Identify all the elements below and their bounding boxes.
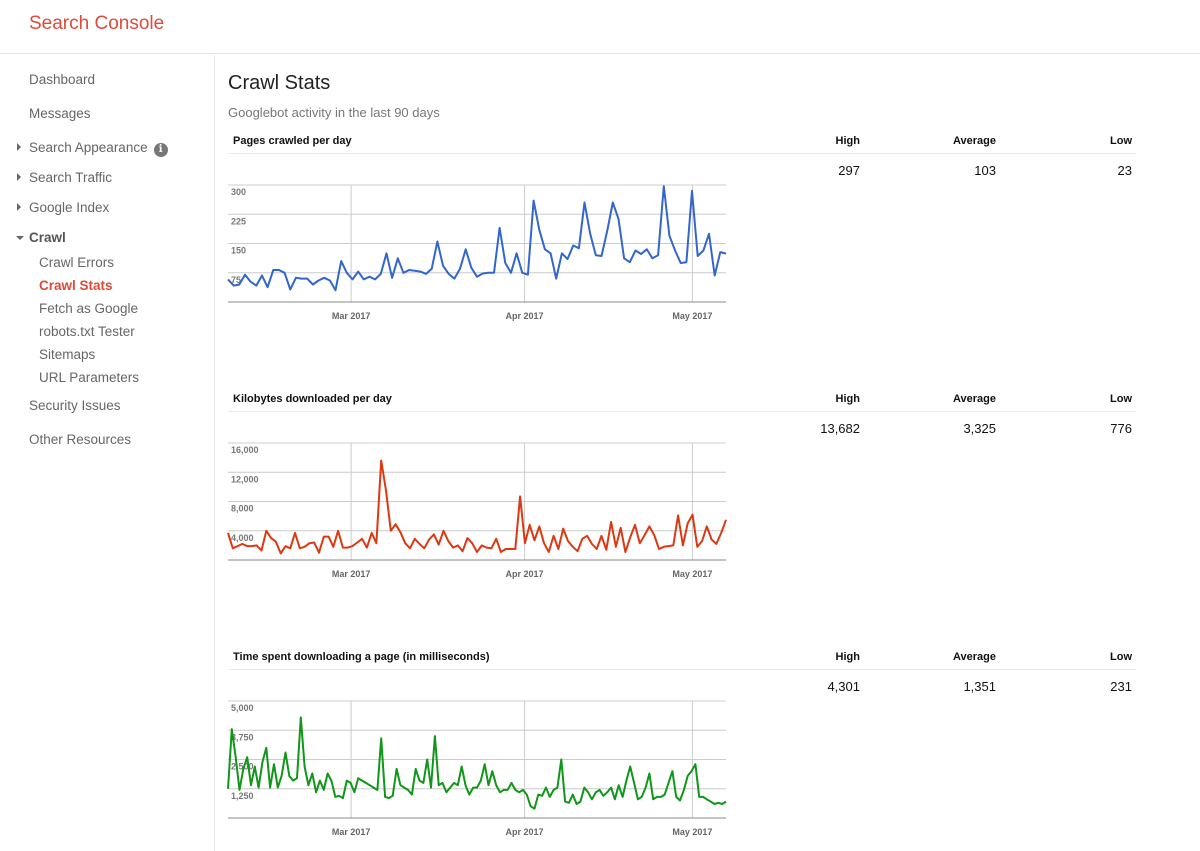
y-tick-label: 4,000: [231, 533, 254, 543]
sidebar-item-label: Security Issues: [29, 398, 121, 413]
sidebar-item-messages[interactable]: Messages: [29, 106, 91, 121]
low-value: 23: [1117, 163, 1132, 178]
x-tick-label: Apr 2017: [506, 311, 544, 321]
high-value: 4,301: [827, 679, 860, 694]
sidebar-item-google-index[interactable]: Google Index: [17, 200, 110, 215]
top-bar: Search Console: [0, 0, 1200, 54]
app-logo[interactable]: Search Console: [29, 13, 164, 35]
chart-pages-crawled[interactable]: 75 150 225 300 Mar 2017 Apr 2017 May 2017: [227, 175, 738, 325]
high-header: High: [835, 135, 860, 147]
sidebar-subitem-url-parameters[interactable]: URL Parameters: [39, 370, 139, 385]
average-value: 1,351: [963, 679, 996, 694]
low-header: Low: [1110, 651, 1132, 663]
sidebar-item-other-resources[interactable]: Other Resources: [29, 432, 131, 447]
sidebar-item-search-traffic[interactable]: Search Traffic: [17, 170, 113, 185]
chart-svg: 4,000 8,000 12,000 16,000 Mar 2017 Apr 2017 Ma…: [227, 442, 727, 579]
series-line: [227, 185, 727, 292]
sidebar-subitem-sitemaps[interactable]: Sitemaps: [39, 347, 95, 362]
low-value: 776: [1110, 421, 1132, 436]
low-header: Low: [1110, 393, 1132, 405]
x-tick-label: Mar 2017: [332, 827, 371, 837]
sidebar-subitem-crawl-stats[interactable]: Crawl Stats: [39, 278, 113, 293]
section-header: Time spent downloading a page (in millis…: [228, 651, 1136, 670]
collapse-arrow-icon: [16, 236, 24, 240]
section-time-spent: Time spent downloading a page (in millis…: [227, 651, 1136, 851]
x-tick-label: Mar 2017: [332, 311, 371, 321]
sidebar-item-security-issues[interactable]: Security Issues: [29, 398, 121, 413]
sidebar-item-crawl[interactable]: Crawl: [16, 230, 66, 245]
sidebar-item-label: Crawl: [29, 230, 66, 245]
sidebar-item-label: Messages: [29, 106, 91, 121]
y-tick-label: 16,000: [231, 445, 259, 455]
average-header: Average: [952, 651, 996, 663]
section-title: Pages crawled per day: [233, 135, 352, 147]
x-tick-label: May 2017: [672, 827, 712, 837]
sidebar: Dashboard Messages Search Appearance i Se…: [0, 55, 215, 851]
low-header: Low: [1110, 135, 1132, 147]
sidebar-item-dashboard[interactable]: Dashboard: [29, 72, 95, 87]
y-tick-label: 12,000: [231, 474, 259, 484]
high-header: High: [835, 393, 860, 405]
y-tick-label: 5,000: [231, 703, 254, 713]
sidebar-item-label: Dashboard: [29, 72, 96, 87]
sidebar-subitem-crawl-errors[interactable]: Crawl Errors: [39, 255, 114, 270]
sidebar-item-label: Other Resources: [29, 432, 132, 447]
high-value: 13,682: [820, 421, 860, 436]
page-title: Crawl Stats: [228, 72, 331, 94]
x-tick-label: Apr 2017: [506, 569, 544, 579]
y-tick-label: 150: [231, 246, 246, 256]
expand-arrow-icon: [17, 143, 21, 151]
section-title: Kilobytes downloaded per day: [233, 393, 392, 405]
x-tick-label: May 2017: [672, 311, 712, 321]
high-value: 297: [838, 163, 860, 178]
sidebar-item-label: Search Appearance: [29, 140, 148, 155]
section-kilobytes-downloaded: Kilobytes downloaded per day High Averag…: [227, 393, 1136, 593]
x-tick-label: May 2017: [672, 569, 712, 579]
y-tick-label: 225: [231, 216, 246, 226]
y-tick-label: 1,250: [231, 791, 254, 801]
x-tick-label: Apr 2017: [506, 827, 544, 837]
average-value: 3,325: [963, 421, 996, 436]
sidebar-item-label: Search Traffic: [29, 170, 113, 185]
sidebar-item-label: Google Index: [29, 200, 110, 215]
y-tick-label: 8,000: [231, 504, 254, 514]
average-header: Average: [952, 393, 996, 405]
chart-time-spent[interactable]: 1,250 2,500 3,750 5,000 Mar 2017 Apr 2017 May …: [227, 691, 738, 841]
series-line: [227, 716, 727, 810]
chart-kilobytes-downloaded[interactable]: 4,000 8,000 12,000 16,000 Mar 2017 Apr 2017 Ma…: [227, 433, 738, 583]
average-header: Average: [952, 135, 996, 147]
chart-svg: 75150225300Mar 2017 Apr 2017 May 2017: [227, 184, 727, 321]
section-pages-crawled: Pages crawled per day High Average Low 2…: [227, 135, 1136, 335]
sidebar-subitem-robots-tester[interactable]: robots.txt Tester: [39, 324, 135, 339]
section-title: Time spent downloading a page (in millis…: [233, 651, 490, 663]
average-value: 103: [974, 163, 996, 178]
low-value: 231: [1110, 679, 1132, 694]
high-header: High: [835, 651, 860, 663]
section-header: Kilobytes downloaded per day High Averag…: [228, 393, 1136, 412]
sidebar-item-search-appearance[interactable]: Search Appearance i: [17, 140, 168, 157]
sidebar-subitem-fetch-as-google[interactable]: Fetch as Google: [39, 301, 138, 316]
chart-svg: 1,2502,5003,7505,000Mar 2017 Apr 2017 May …: [227, 700, 727, 837]
page-subtitle: Googlebot activity in the last 90 days: [228, 105, 440, 120]
expand-arrow-icon: [17, 173, 21, 181]
x-tick-label: Mar 2017: [332, 569, 371, 579]
info-icon[interactable]: i: [153, 143, 168, 157]
expand-arrow-icon: [17, 203, 21, 211]
section-header: Pages crawled per day High Average Low: [228, 135, 1136, 154]
y-tick-label: 300: [231, 187, 246, 197]
series-line: [227, 459, 727, 555]
